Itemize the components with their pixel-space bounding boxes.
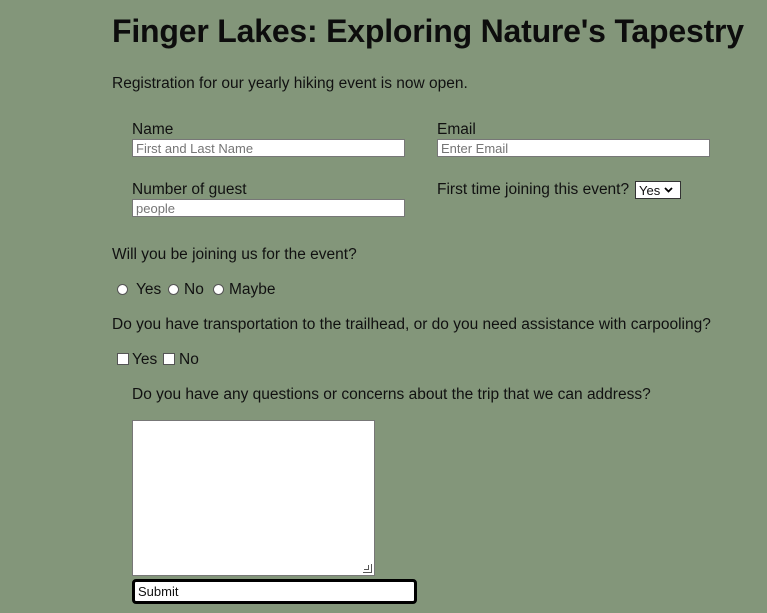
first-time-label: First time joining this event? <box>437 181 630 198</box>
name-input[interactable] <box>132 139 405 157</box>
attend-question: Will you be joining us for the event? <box>112 246 357 263</box>
name-label: Name <box>132 121 174 138</box>
attend-no-radio[interactable] <box>168 284 179 295</box>
attend-maybe-label: Maybe <box>229 281 276 298</box>
transport-no-label: No <box>179 351 199 368</box>
first-time-value: Yes <box>639 182 661 198</box>
page-title: Finger Lakes: Exploring Nature's Tapestr… <box>112 13 744 49</box>
questions-textarea[interactable] <box>132 420 375 576</box>
transport-question: Do you have transportation to the trailh… <box>112 316 711 333</box>
resize-handle-icon[interactable] <box>363 564 372 573</box>
transport-no-checkbox[interactable] <box>163 353 175 365</box>
questions-label: Do you have any questions or concerns ab… <box>132 386 651 403</box>
attend-yes-radio[interactable] <box>117 284 128 295</box>
email-label: Email <box>437 121 476 138</box>
transport-yes-checkbox[interactable] <box>117 353 129 365</box>
first-time-select[interactable]: Yes <box>635 181 681 199</box>
guests-input[interactable] <box>132 199 405 217</box>
attend-maybe-radio[interactable] <box>213 284 224 295</box>
attend-yes-label: Yes <box>136 281 162 298</box>
transport-yes-label: Yes <box>132 351 158 368</box>
email-input[interactable] <box>437 139 710 157</box>
guests-label: Number of guest <box>132 181 247 198</box>
submit-button[interactable]: Submit <box>132 579 417 604</box>
intro-text: Registration for our yearly hiking event… <box>112 75 468 92</box>
attend-no-label: No <box>184 281 204 298</box>
chevron-down-icon <box>664 187 673 193</box>
submit-label: Submit <box>138 584 179 599</box>
